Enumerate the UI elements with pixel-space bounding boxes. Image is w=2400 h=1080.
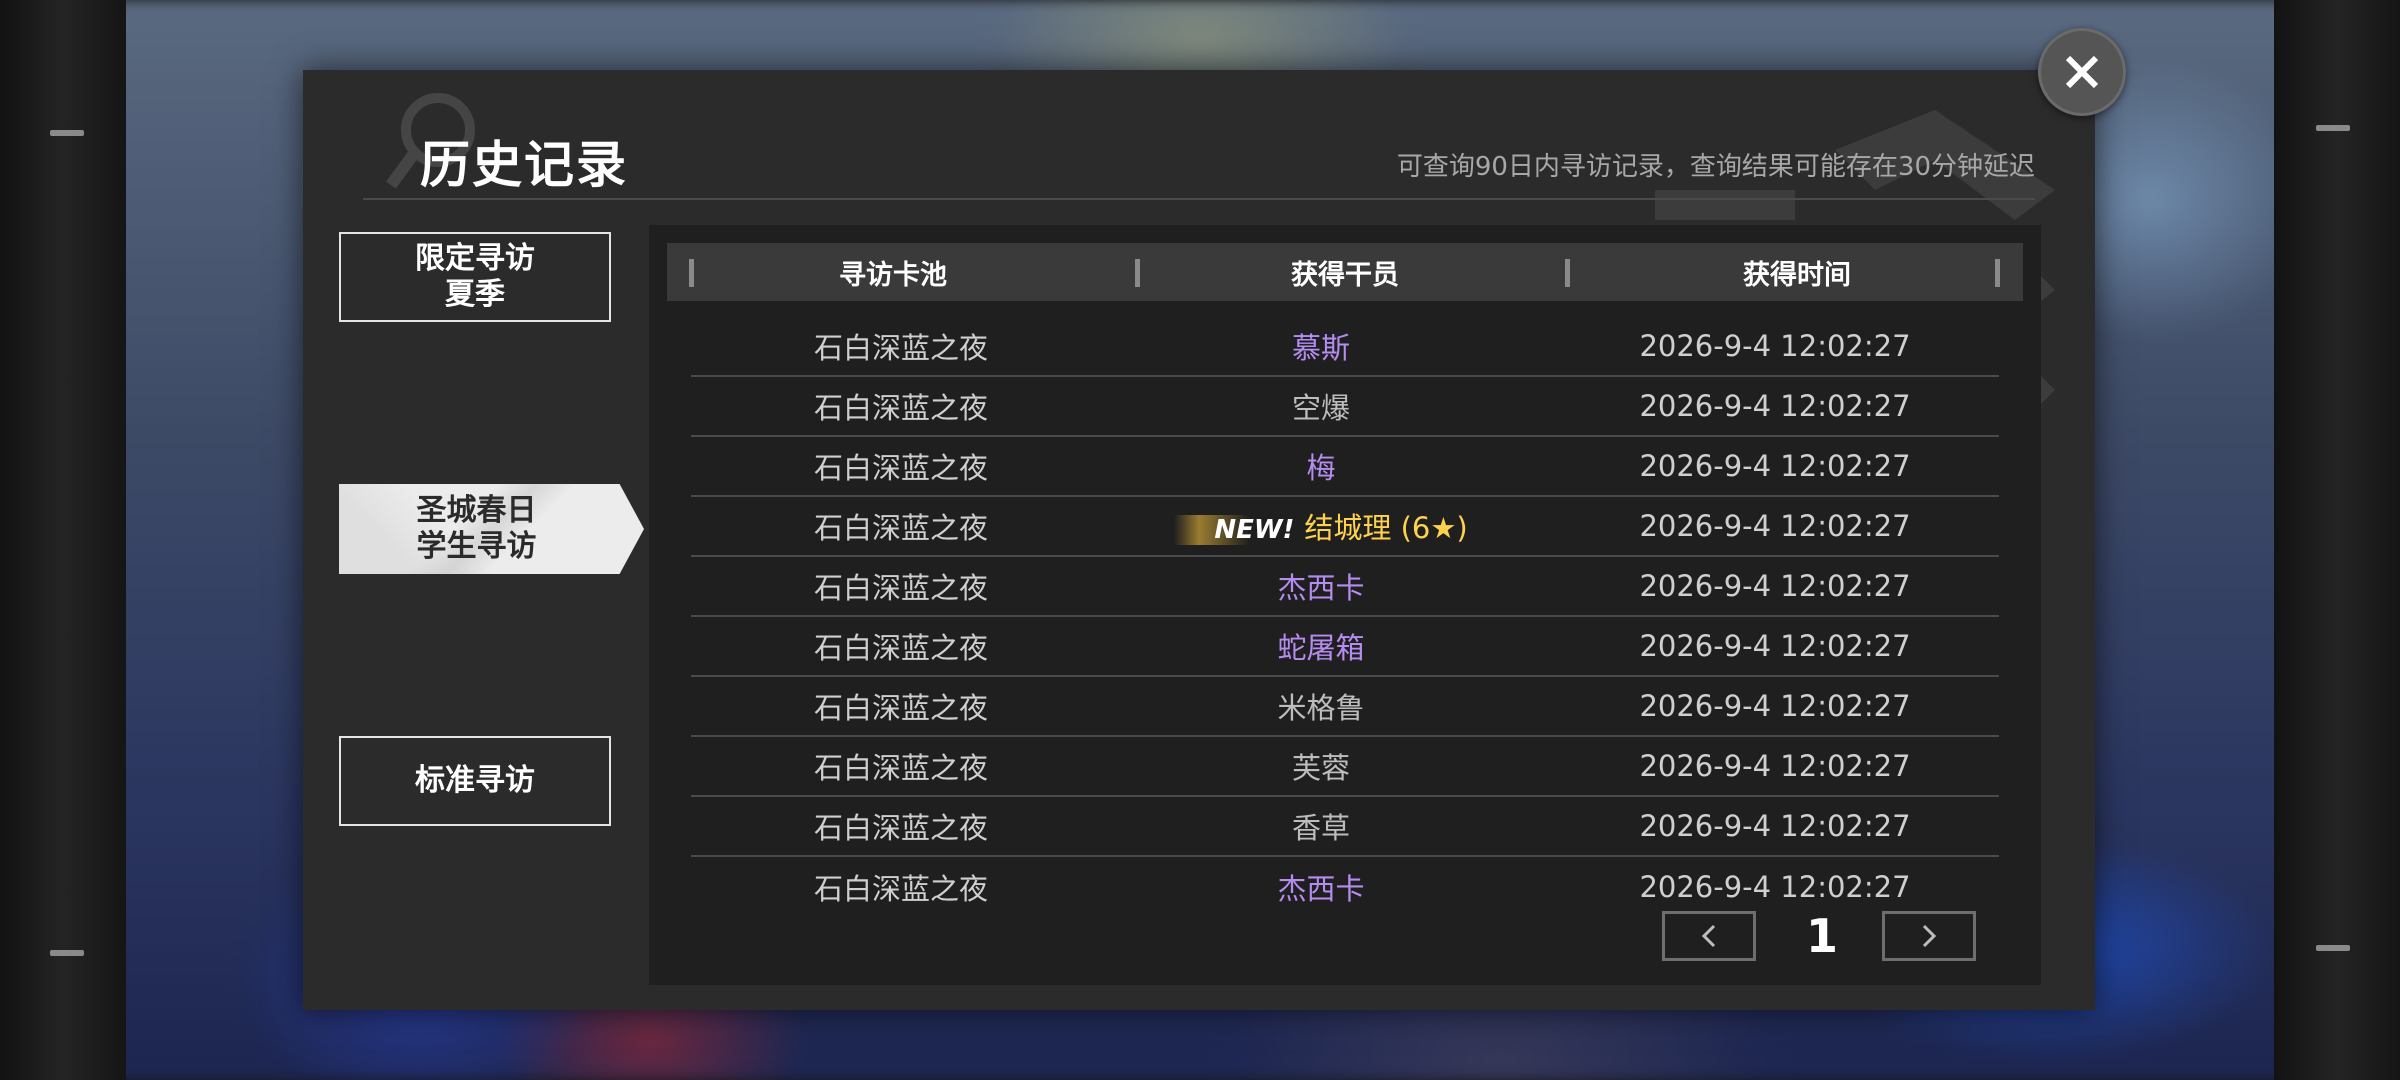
frame-tick xyxy=(2316,125,2350,131)
table-row: 石白深蓝之夜 蛇屠箱 2026-9-4 12:02:27 xyxy=(691,617,1999,677)
history-table: 寻访卡池 获得干员 获得时间 石白深蓝之夜 慕斯 2026-9-4 12:02:27… xyxy=(649,225,2041,985)
table-body: 石白深蓝之夜 慕斯 2026-9-4 12:02:27 石白深蓝之夜 空爆 2026-9-… xyxy=(691,317,1999,917)
operator-cell: 芙蓉 xyxy=(1091,745,1551,787)
frame-tick xyxy=(50,950,84,956)
pool-name: 石白深蓝之夜 xyxy=(813,751,988,785)
table-row: 石白深蓝之夜 香草 2026-9-4 12:02:27 xyxy=(691,797,1999,857)
tab-limited-summer[interactable]: 限定寻访 夏季 xyxy=(339,232,611,322)
operator-name: 芙蓉 xyxy=(1291,751,1350,785)
table-row: 石白深蓝之夜 慕斯 2026-9-4 12:02:27 xyxy=(691,317,1999,377)
page-number: 1 xyxy=(1805,909,1838,963)
table-row: 石白深蓝之夜 梅 2026-9-4 12:02:27 xyxy=(691,437,1999,497)
obtain-time: 2026-9-4 12:02:27 xyxy=(1639,329,1911,363)
obtain-time: 2026-9-4 12:02:27 xyxy=(1639,870,1911,904)
operator-cell: 杰西卡 xyxy=(1091,866,1551,908)
title-divider xyxy=(363,198,2035,200)
prev-page-button[interactable] xyxy=(1662,911,1756,961)
operator-cell: 香草 xyxy=(1091,805,1551,847)
pagination: 1 xyxy=(1662,909,1982,967)
operator-cell: 慕斯 xyxy=(1091,325,1551,367)
page-title: 历史记录 xyxy=(420,136,628,194)
column-header-pool: 寻访卡池 xyxy=(839,259,947,291)
operator-cell: 梅 xyxy=(1091,445,1551,487)
table-row: 石白深蓝之夜 空爆 2026-9-4 12:02:27 xyxy=(691,377,1999,437)
column-header-time: 获得时间 xyxy=(1743,259,1851,291)
table-row: 石白深蓝之夜 NEW! 结城理 (6★) 2026-9-4 12:02:27 xyxy=(691,497,1999,557)
operator-name: 结城理 (6★) xyxy=(1304,511,1468,545)
tab-holy-city-spring[interactable]: 圣城春日 学生寻访 xyxy=(339,484,644,574)
chevron-left-icon xyxy=(1701,924,1716,948)
table-header: 寻访卡池 获得干员 获得时间 xyxy=(667,243,2023,301)
obtain-time: 2026-9-4 12:02:27 xyxy=(1639,689,1911,723)
obtain-time: 2026-9-4 12:02:27 xyxy=(1639,749,1911,783)
history-dialog: 历史记录 可查询90日内寻访记录，查询结果可能存在30分钟延迟 限定寻访 夏季 … xyxy=(303,70,2095,1010)
obtain-time: 2026-9-4 12:02:27 xyxy=(1639,629,1911,663)
operator-cell: 蛇屠箱 xyxy=(1091,625,1551,667)
tab-label: 限定寻访 夏季 xyxy=(415,241,535,312)
obtain-time: 2026-9-4 12:02:27 xyxy=(1639,389,1911,423)
right-frame xyxy=(2274,0,2400,1080)
next-page-button[interactable] xyxy=(1882,911,1976,961)
tab-label: 标准寻访 xyxy=(415,763,535,798)
pool-name: 石白深蓝之夜 xyxy=(813,691,988,725)
pool-name: 石白深蓝之夜 xyxy=(813,331,988,365)
frame-tick xyxy=(50,130,84,136)
operator-name: 蛇屠箱 xyxy=(1277,631,1365,665)
operator-name: 杰西卡 xyxy=(1277,571,1365,605)
close-button[interactable] xyxy=(2038,28,2126,116)
operator-cell: 米格鲁 xyxy=(1091,685,1551,727)
pool-name: 石白深蓝之夜 xyxy=(813,571,988,605)
left-frame xyxy=(0,0,126,1080)
obtain-time: 2026-9-4 12:02:27 xyxy=(1639,809,1911,843)
frame-tick xyxy=(2316,945,2350,951)
pool-name: 石白深蓝之夜 xyxy=(813,872,988,906)
query-hint: 可查询90日内寻访记录，查询结果可能存在30分钟延迟 xyxy=(1396,152,2035,182)
chevron-right-icon xyxy=(1922,924,1937,948)
pool-name: 石白深蓝之夜 xyxy=(813,811,988,845)
obtain-time: 2026-9-4 12:02:27 xyxy=(1639,509,1911,543)
pool-name: 石白深蓝之夜 xyxy=(813,631,988,665)
operator-name: 米格鲁 xyxy=(1277,691,1365,725)
column-header-operator: 获得干员 xyxy=(1291,259,1399,291)
operator-name: 香草 xyxy=(1291,811,1350,845)
pool-name: 石白深蓝之夜 xyxy=(813,451,988,485)
banner-tabs: 限定寻访 夏季 圣城春日 学生寻访 标准寻访 xyxy=(339,232,659,988)
table-row: 石白深蓝之夜 米格鲁 2026-9-4 12:02:27 xyxy=(691,677,1999,737)
new-badge: NEW! xyxy=(1174,515,1301,545)
pool-name: 石白深蓝之夜 xyxy=(813,511,988,545)
operator-name: 空爆 xyxy=(1291,391,1350,425)
operator-name: 杰西卡 xyxy=(1277,872,1365,906)
operator-name: 梅 xyxy=(1306,451,1336,485)
operator-cell: 杰西卡 xyxy=(1091,565,1551,607)
table-row: 石白深蓝之夜 杰西卡 2026-9-4 12:02:27 xyxy=(691,557,1999,617)
operator-cell: 空爆 xyxy=(1091,385,1551,427)
table-row: 石白深蓝之夜 芙蓉 2026-9-4 12:02:27 xyxy=(691,737,1999,797)
table-row: 石白深蓝之夜 杰西卡 2026-9-4 12:02:27 xyxy=(691,857,1999,917)
operator-name: 慕斯 xyxy=(1291,331,1350,365)
operator-cell: NEW! 结城理 (6★) xyxy=(1091,505,1551,547)
obtain-time: 2026-9-4 12:02:27 xyxy=(1639,569,1911,603)
obtain-time: 2026-9-4 12:02:27 xyxy=(1639,449,1911,483)
pool-name: 石白深蓝之夜 xyxy=(813,391,988,425)
tab-standard[interactable]: 标准寻访 xyxy=(339,736,611,826)
tab-label: 圣城春日 学生寻访 xyxy=(416,493,537,564)
close-icon xyxy=(2065,55,2099,89)
